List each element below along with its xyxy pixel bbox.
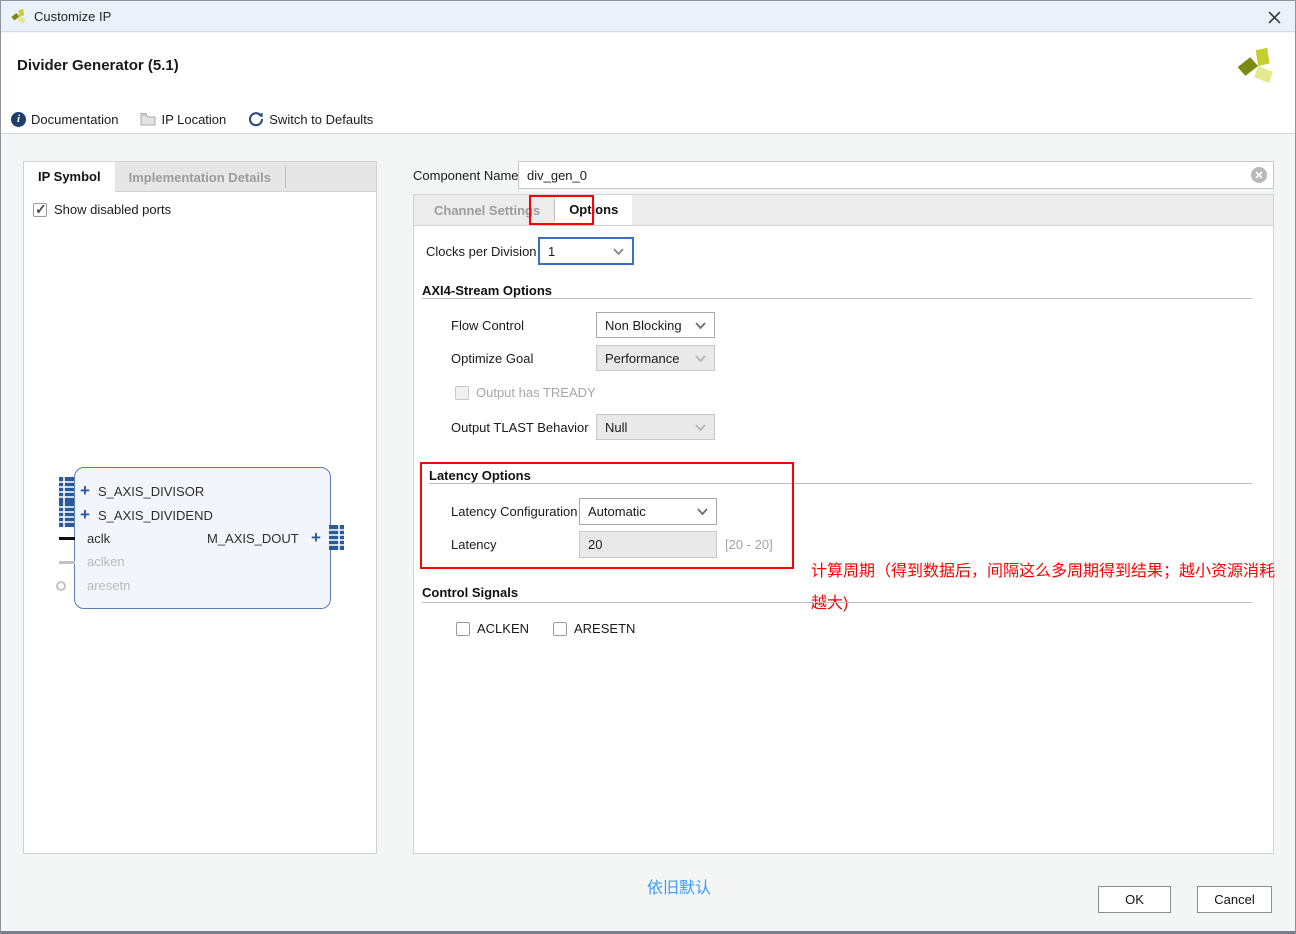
flow-control-select[interactable]: Non Blocking [596, 312, 715, 338]
window-title: Customize IP [34, 9, 111, 24]
ip-location-button[interactable]: IP Location [140, 112, 226, 127]
clocks-per-division-label: Clocks per Division [426, 244, 537, 259]
section-divider [422, 298, 1252, 299]
customize-ip-dialog: Customize IP Divider Generator (5.1) i D… [0, 0, 1296, 934]
show-disabled-ports-label: Show disabled ports [54, 202, 171, 217]
output-has-tready-label: Output has TREADY [476, 385, 596, 400]
settings-tabstrip: Channel Settings Options [413, 194, 1274, 225]
refresh-icon [248, 111, 264, 127]
expand-port-icon[interactable]: + [80, 508, 90, 522]
chevron-down-icon [695, 322, 706, 329]
folder-icon [140, 112, 156, 126]
xilinx-logo-icon [11, 8, 28, 25]
toolbar: i Documentation IP Location Switch to De… [11, 109, 373, 129]
latency-range-hint: [20 - 20] [725, 537, 773, 552]
tab-implementation-details[interactable]: Implementation Details [115, 162, 285, 192]
output-has-tready-checkbox [455, 386, 469, 400]
cancel-button[interactable]: Cancel [1197, 886, 1272, 913]
tab-options[interactable]: Options [555, 195, 632, 225]
close-icon [1268, 11, 1281, 24]
tab-channel-settings[interactable]: Channel Settings [414, 195, 554, 225]
port-s-axis-divisor: S_AXIS_DIVISOR [98, 484, 204, 499]
info-icon: i [11, 112, 26, 127]
aclken-checkbox[interactable] [456, 622, 470, 636]
bus-interface-icon [59, 502, 74, 527]
bus-interface-icon [59, 477, 74, 502]
expand-port-icon[interactable]: + [80, 484, 90, 498]
expand-port-icon[interactable]: + [311, 531, 321, 545]
chevron-down-icon [695, 424, 706, 431]
clock-pin-icon [59, 537, 75, 540]
annotation-text-line2: 越大) [811, 589, 848, 613]
optimize-goal-select: Performance [596, 345, 715, 371]
ip-location-label: IP Location [161, 112, 226, 127]
documentation-button[interactable]: i Documentation [11, 112, 118, 127]
latency-input [579, 531, 717, 558]
section-divider [422, 602, 1252, 603]
chevron-down-icon [613, 248, 624, 255]
page-title: Divider Generator (5.1) [17, 57, 179, 74]
port-s-axis-dividend: S_AXIS_DIVIDEND [98, 508, 213, 523]
aresetn-checkbox[interactable] [553, 622, 567, 636]
dialog-header: Divider Generator (5.1) i Documentation … [1, 33, 1295, 134]
show-disabled-ports-row: Show disabled ports [33, 202, 171, 217]
ok-button[interactable]: OK [1098, 886, 1171, 913]
output-tlast-select: Null [596, 414, 715, 440]
ip-symbol-panel: IP Symbol Implementation Details Show di… [23, 161, 377, 854]
tab-separator [285, 166, 286, 188]
aclken-row: ACLKEN [456, 621, 529, 636]
aresetn-label: ARESETN [574, 621, 635, 636]
latency-section-title: Latency Options [429, 468, 531, 483]
bus-interface-icon [329, 525, 344, 550]
port-aclk: aclk [87, 531, 110, 546]
flow-control-label: Flow Control [451, 318, 524, 333]
switch-to-defaults-button[interactable]: Switch to Defaults [248, 111, 373, 127]
output-tlast-label: Output TLAST Behavior [451, 420, 589, 435]
control-signals-title: Control Signals [422, 585, 518, 600]
port-aclken: aclken [87, 554, 125, 569]
switch-to-defaults-label: Switch to Defaults [269, 112, 373, 127]
output-has-tready-row: Output has TREADY [455, 385, 596, 400]
left-tabstrip: IP Symbol Implementation Details [24, 162, 376, 192]
component-name-input[interactable] [518, 161, 1274, 189]
tab-ip-symbol[interactable]: IP Symbol [24, 162, 115, 192]
chevron-down-icon [697, 508, 708, 515]
aclken-label: ACLKEN [477, 621, 529, 636]
latency-configuration-select[interactable]: Automatic [579, 498, 717, 525]
axi4-section-title: AXI4-Stream Options [422, 283, 552, 298]
optimize-goal-label: Optimize Goal [451, 351, 533, 366]
footer-annotation-text: 依旧默认 [647, 874, 711, 898]
port-aresetn: aresetn [87, 578, 130, 593]
documentation-label: Documentation [31, 112, 118, 127]
reset-pin-icon [56, 581, 66, 591]
clear-field-icon[interactable] [1251, 167, 1267, 183]
component-name-label: Component Name [413, 168, 519, 183]
chevron-down-icon [695, 355, 706, 362]
port-m-axis-dout: M_AXIS_DOUT [207, 531, 299, 546]
latency-configuration-label: Latency Configuration [451, 504, 577, 519]
latency-label: Latency [451, 537, 497, 552]
show-disabled-ports-checkbox[interactable] [33, 203, 47, 217]
disabled-pin-icon [59, 561, 75, 564]
clocks-per-division-select[interactable]: 1 [538, 237, 634, 265]
aresetn-row: ARESETN [553, 621, 635, 636]
close-button[interactable] [1263, 6, 1285, 28]
options-panel [413, 225, 1274, 854]
annotation-text-line1: 计算周期（得到数据后，间隔这么多周期得到结果；越小资源消耗 [811, 557, 1275, 581]
section-divider [429, 483, 1252, 484]
title-bar: Customize IP [1, 1, 1295, 32]
xilinx-brand-logo [1237, 45, 1279, 87]
